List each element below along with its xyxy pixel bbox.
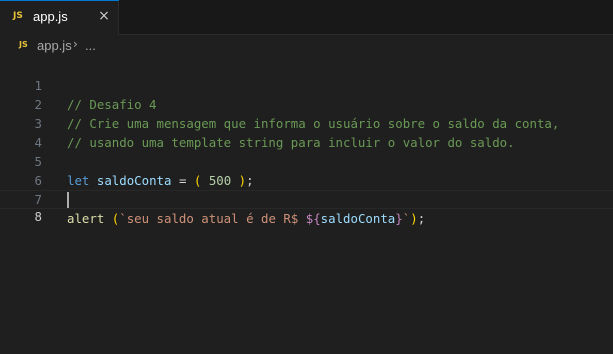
code-line: 1 // Desafio 4 xyxy=(0,57,613,112)
text-cursor xyxy=(67,192,69,208)
breadcrumb: JS app.js › ... xyxy=(0,35,613,57)
code-statement: alert (`seu saldo atual é de R$ ${saldoC… xyxy=(67,209,425,228)
string-literal: `seu saldo atual é de R$ xyxy=(119,211,306,226)
semicolon: ; xyxy=(417,211,426,226)
code-line: 2 // Crie uma mensagem que informa o usu… xyxy=(0,76,613,131)
code-line: 4 xyxy=(0,114,613,150)
close-icon[interactable]: × xyxy=(95,6,113,26)
breadcrumb-symbols[interactable]: ... xyxy=(85,38,96,53)
template-open: ${ xyxy=(305,211,321,226)
chevron-right-icon: › xyxy=(73,37,78,51)
variable-name: saldoConta xyxy=(320,211,396,226)
javascript-file-icon: JS xyxy=(13,11,23,21)
code-line: 6 xyxy=(0,152,613,188)
code-line: 5 let saldoConta = ( 500 ); xyxy=(0,133,613,188)
code-editor-window: JS app.js × JS app.js › ... 1 // Desafio… xyxy=(0,0,613,354)
breadcrumb-file[interactable]: app.js xyxy=(37,38,72,53)
close-paren: ) xyxy=(410,211,418,226)
code-area[interactable]: 1 // Desafio 4 2 // Crie uma mensagem qu… xyxy=(0,57,613,354)
line-number: 8 xyxy=(34,209,42,224)
editor-tab-bar: JS app.js × xyxy=(0,0,613,35)
current-line: 8 xyxy=(0,190,613,224)
code-line: 3 // usando uma template string para inc… xyxy=(0,95,613,150)
code-line: 7 alert (`seu saldo atual é de R$ ${sald… xyxy=(0,171,613,226)
javascript-file-icon: JS xyxy=(19,40,28,49)
tab-label: app.js xyxy=(33,9,68,24)
function-name: alert xyxy=(67,211,105,226)
active-tab-indicator xyxy=(0,0,119,1)
tab-app-js[interactable]: JS app.js × xyxy=(0,0,119,35)
template-close: } xyxy=(395,211,403,226)
